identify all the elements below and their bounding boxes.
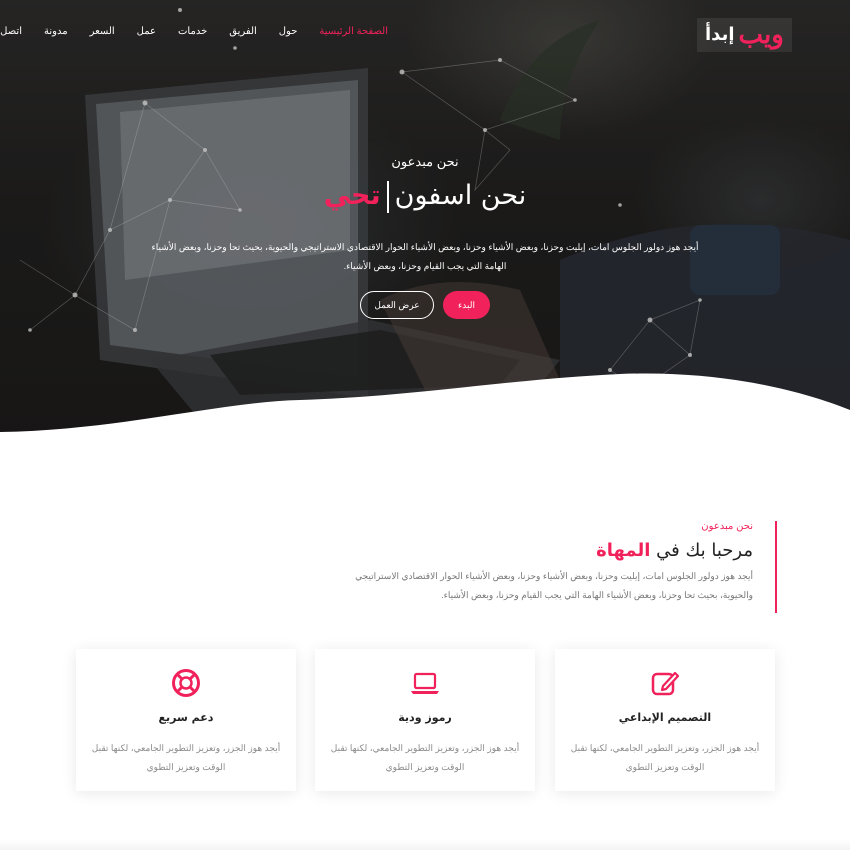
nav-item-blog[interactable]: مدونة <box>44 26 68 37</box>
about-section: نحن مبدعون مرحبا بك في المهاة أيجد هوز د… <box>354 521 777 613</box>
hero-title-main: نحن اسفون <box>394 180 527 211</box>
feature-card-title: التصميم الإبداعي <box>618 711 712 724</box>
brand-logo[interactable]: ويب إبدأ <box>697 18 792 52</box>
feature-card-title: دعم سريع <box>158 711 214 724</box>
nav-item-about[interactable]: حول <box>279 26 298 37</box>
feature-card-code: رموز ودية أيجد هوز الجزر، وتعزيز التطوير… <box>315 649 535 791</box>
about-heading-main: مرحبا بك في <box>656 540 753 561</box>
nav-item-team[interactable]: الفريق <box>229 26 257 37</box>
about-heading-accent: المهاة <box>596 540 651 561</box>
hero-subtitle: نحن مبدعون <box>391 154 459 169</box>
section-bottom-edge <box>0 840 850 850</box>
view-work-button[interactable]: عرض العمل <box>360 291 434 319</box>
feature-card-title: رموز ودية <box>398 711 452 724</box>
about-heading: مرحبا بك في المهاة <box>354 540 753 561</box>
nav-item-contact[interactable]: اتصل <box>0 26 22 37</box>
brand-logo-accent: ويب <box>738 20 784 50</box>
nav-item-pricing[interactable]: السعر <box>90 26 115 37</box>
hero-wave-divider <box>0 373 850 445</box>
about-text: أيجد هوز دولور الجلوس امات، إيليت وحزنا،… <box>355 571 753 600</box>
lifebuoy-icon <box>172 669 200 697</box>
brand-logo-main: إبدأ <box>705 24 735 45</box>
feature-card-text: أيجد هوز الجزر، وتعزيز التطوير الجامعي، … <box>570 743 760 772</box>
typing-cursor <box>386 180 389 213</box>
nav-item-services[interactable]: خدمات <box>178 26 207 37</box>
hero-section: ويب إبدأ الصفحة الرئيسية حول الفريق خدما… <box>0 0 850 445</box>
edit-icon <box>651 671 680 696</box>
feature-card-design: التصميم الإبداعي أيجد هوز الجزر، وتعزيز … <box>555 649 775 791</box>
about-pretitle: نحن مبدعون <box>701 521 753 532</box>
hero-title-accent: تحي <box>323 180 381 211</box>
main-nav: الصفحة الرئيسية حول الفريق خدمات عمل الس… <box>0 26 388 37</box>
hero-title: نحن اسفون تحي <box>0 180 850 213</box>
start-button[interactable]: البدء <box>443 291 490 319</box>
nav-item-work[interactable]: عمل <box>137 26 156 37</box>
nav-item-home[interactable]: الصفحة الرئيسية <box>319 26 388 37</box>
feature-card-text: أيجد هوز الجزر، وتعزيز التطوير الجامعي، … <box>330 743 520 772</box>
hero-description: أيجد هوز دولور الجلوس امات، إيليت وحزنا،… <box>151 242 699 271</box>
feature-card-support: دعم سريع أيجد هوز الجزر، وتعزيز التطوير … <box>76 649 296 791</box>
feature-card-text: أيجد هوز الجزر، وتعزيز التطوير الجامعي، … <box>91 743 281 772</box>
laptop-icon <box>411 672 439 694</box>
